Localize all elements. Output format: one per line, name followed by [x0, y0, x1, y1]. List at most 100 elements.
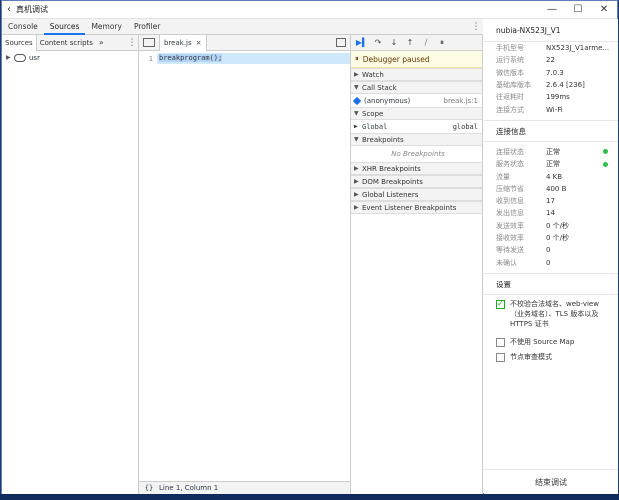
- option-label: 不使用 Source Map: [510, 337, 575, 346]
- option-label: 节点审查模式: [510, 352, 552, 361]
- info-value: NX523J_V1arme...: [546, 44, 610, 53]
- current-frame-icon: [352, 96, 362, 105]
- checkbox-icon[interactable]: [496, 337, 505, 347]
- title-bar: ‹ 真机调试 — ☐ ✕: [2, 1, 617, 19]
- pretty-print-button[interactable]: {}: [139, 484, 159, 492]
- option-label: 不校验合法域名、web-view（业务域名）、TLS 版本以及 HTTPS 证书: [510, 299, 599, 328]
- info-value: 22: [546, 56, 555, 65]
- scope-section-header[interactable]: ▼ Scope: [351, 107, 482, 120]
- collapsed-arrow-icon: ▶: [354, 71, 359, 78]
- no-breakpoints-label: No Breakpoints: [391, 150, 445, 158]
- step-into-icon[interactable]: ↓: [386, 38, 402, 47]
- step-out-icon[interactable]: ↑: [402, 38, 418, 47]
- info-value: 0: [546, 258, 551, 267]
- info-value: 17: [546, 197, 555, 206]
- section-title: Call Stack: [362, 83, 397, 92]
- info-row: 运行系统 22: [484, 54, 618, 66]
- info-key: 流量: [496, 172, 510, 181]
- callstack-section-header[interactable]: ▼ Call Stack: [351, 81, 482, 94]
- option-no-source-map[interactable]: 不使用 Source Map: [484, 337, 618, 347]
- device-info-panel: nubia-NX523J_V1 手机型号 NX523J_V1arme... 运行系统…: [484, 19, 618, 494]
- close-tab-icon[interactable]: ×: [196, 39, 202, 47]
- xhr-breakpoints-header[interactable]: ▶ XHR Breakpoints: [351, 162, 482, 175]
- more-menu-icon[interactable]: ⋮: [469, 22, 483, 32]
- resume-icon[interactable]: ▶▍: [354, 38, 370, 47]
- option-inspect-mode[interactable]: 节点审查模式: [484, 352, 618, 362]
- info-value: 199ms: [546, 93, 570, 102]
- tree-item-usr[interactable]: ▶ usr: [2, 51, 138, 64]
- debugger-sidebar: ▶▍ ↷ ↓ ↑ ⧸ ⏸ ⏸ Debugger paused ▶ Watch ▼ C…: [351, 35, 483, 494]
- collapsed-arrow-icon: ▶: [354, 165, 359, 172]
- section-title: Breakpoints: [362, 135, 404, 144]
- info-row: 发送效率 0 个/秒: [484, 220, 618, 232]
- back-icon[interactable]: ‹: [2, 4, 16, 15]
- deactivate-breakpoints-icon[interactable]: ⧸: [418, 38, 434, 48]
- connection-info-list: 连接状态 正常 服务状态 正常 流量 4 KB 压缩节省 400 B 收到信息 17 发出信息 14 发…: [484, 146, 618, 269]
- info-row: 发出信息 14: [484, 207, 618, 219]
- info-value: 0 个/秒: [546, 234, 570, 242]
- close-icon[interactable]: ✕: [591, 4, 617, 15]
- info-row: 连接方式 Wi-Fi: [484, 103, 618, 115]
- info-row: 压缩节省 400 B: [484, 183, 618, 195]
- code-text: breakprogram();: [157, 53, 350, 64]
- status-ok-icon: [603, 149, 608, 155]
- code-line[interactable]: 1 breakprogram();: [139, 53, 350, 64]
- frame-location[interactable]: break.js:1: [444, 97, 482, 105]
- info-row: 微信版本 7.0.3: [484, 67, 618, 79]
- end-debug-button[interactable]: 结束调试: [484, 469, 618, 494]
- navigator-menu-icon[interactable]: ⋮: [126, 38, 138, 48]
- subtab-sources[interactable]: Sources: [2, 34, 37, 51]
- info-key: 服务状态: [496, 160, 524, 169]
- window-title: 真机调试: [16, 5, 48, 14]
- breakpoints-section-header[interactable]: ▼ Breakpoints: [351, 133, 482, 146]
- status-ok-icon: [603, 161, 608, 167]
- step-over-icon[interactable]: ↷: [370, 38, 386, 47]
- collapsed-arrow-icon: ▶: [354, 191, 359, 198]
- subtab-content-scripts[interactable]: Content scripts: [37, 35, 96, 51]
- info-value: 2.6.4 [236]: [546, 81, 585, 90]
- navigator-tabs: Sources Content scripts » ⋮: [2, 34, 138, 51]
- event-listener-breakpoints-header[interactable]: ▶ Event Listener Breakpoints: [351, 201, 482, 214]
- section-title: Watch: [362, 70, 384, 79]
- double-chevron-icon[interactable]: »: [96, 38, 107, 47]
- tab-console[interactable]: Console: [2, 19, 44, 35]
- info-key: 等待发送: [496, 246, 524, 255]
- global-listeners-header[interactable]: ▶ Global Listeners: [351, 188, 482, 201]
- section-title: DOM Breakpoints: [362, 177, 423, 186]
- info-value: 正常: [546, 147, 560, 156]
- info-key: 未确认: [496, 258, 517, 267]
- expand-arrow-icon[interactable]: ▶: [6, 54, 14, 61]
- file-tab-break-js[interactable]: break.js ×: [159, 34, 207, 51]
- info-value: 400 B: [546, 184, 567, 193]
- dom-breakpoints-header[interactable]: ▶ DOM Breakpoints: [351, 175, 482, 188]
- info-value: 正常: [546, 160, 560, 169]
- watch-section-header[interactable]: ▶ Watch: [351, 68, 482, 81]
- line-number[interactable]: 1: [139, 55, 157, 63]
- collapsed-arrow-icon: ▶: [354, 123, 358, 130]
- toggle-navigator-icon[interactable]: [143, 38, 155, 47]
- cloud-icon: [14, 53, 26, 62]
- tab-sources[interactable]: Sources: [43, 19, 86, 35]
- checkbox-icon[interactable]: [496, 352, 505, 362]
- pause-on-exceptions-icon[interactable]: ⏸: [434, 38, 450, 48]
- sources-navigator: Sources Content scripts » ⋮ ▶ usr: [2, 34, 139, 494]
- info-row: 未确认 0: [484, 256, 618, 268]
- info-row: 流量 4 KB: [484, 170, 618, 182]
- scope-value: global: [452, 122, 478, 131]
- section-title: Event Listener Breakpoints: [362, 203, 457, 212]
- info-key: 运行系统: [496, 56, 524, 65]
- call-frame[interactable]: (anonymous) break.js:1: [351, 94, 482, 107]
- info-value: 0: [546, 246, 551, 255]
- checkbox-checked-icon[interactable]: [496, 299, 505, 309]
- option-skip-domain-check[interactable]: 不校验合法域名、web-view（业务域名）、TLS 版本以及 HTTPS 证书: [484, 299, 618, 329]
- scope-global[interactable]: ▶ Global global: [351, 120, 482, 133]
- maximize-icon[interactable]: ☐: [565, 4, 591, 15]
- info-value: Wi-Fi: [546, 105, 563, 114]
- toggle-debugger-icon[interactable]: [336, 38, 346, 47]
- minimize-icon[interactable]: —: [539, 4, 565, 15]
- debugger-toolbar: ▶▍ ↷ ↓ ↑ ⧸ ⏸: [351, 35, 482, 51]
- code-content: breakprogram();: [159, 54, 223, 62]
- tab-profiler[interactable]: Profiler: [128, 19, 166, 35]
- info-key: 发送效率: [496, 221, 524, 230]
- tab-memory[interactable]: Memory: [85, 19, 128, 35]
